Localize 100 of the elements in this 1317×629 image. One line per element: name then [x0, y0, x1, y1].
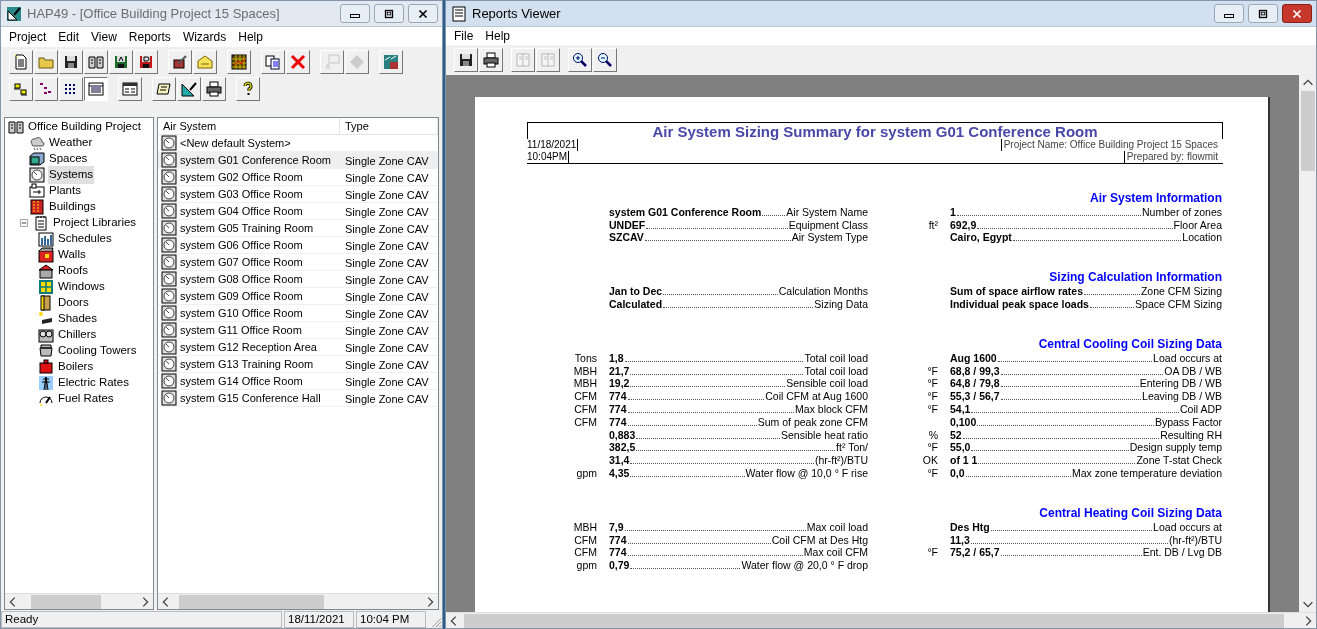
tree-item[interactable]: Cooling Towers — [57, 342, 138, 360]
close-button[interactable] — [408, 4, 438, 23]
fan-icon — [161, 169, 177, 185]
list-row[interactable]: system G02 Office Room Single Zone CAV — [158, 169, 438, 186]
table-cell: Single Zone CAV — [345, 359, 429, 371]
field-label: Sum of peak zone CFM — [757, 415, 868, 428]
table-cell: Single Zone CAV — [345, 206, 429, 218]
page-icon — [13, 54, 29, 70]
field-value: 4,35 — [609, 466, 630, 479]
envelope-icon — [197, 54, 213, 70]
unit-label: °F — [927, 466, 938, 479]
close-button[interactable] — [1282, 4, 1312, 23]
list-row[interactable]: system G03 Office Room Single Zone CAV — [158, 186, 438, 203]
table-cell: Single Zone CAV — [345, 189, 429, 201]
column-header[interactable]: Air System — [158, 118, 340, 135]
tree-item[interactable]: Schedules — [57, 230, 113, 248]
table-cell: Single Zone CAV — [345, 393, 429, 405]
menu-item[interactable]: Wizards — [176, 28, 233, 46]
list-row[interactable]: system G09 Office Room Single Zone CAV — [158, 288, 438, 305]
status-message: Ready — [1, 611, 282, 628]
report-date: 11/18/2021 — [527, 139, 579, 151]
restore-button[interactable] — [374, 4, 404, 23]
horizontal-scrollbar[interactable] — [158, 593, 438, 609]
list-row[interactable]: system G12 Reception Area Single Zone CAV — [158, 339, 438, 356]
restore-button[interactable] — [1248, 4, 1278, 23]
field-label: Resulting RH — [1160, 428, 1222, 441]
horizontal-scrollbar[interactable] — [5, 593, 153, 609]
fan-icon — [161, 322, 177, 338]
folder-icon — [38, 54, 54, 70]
table-cell-text: system G07 Office Room — [180, 254, 303, 270]
field-value: 55,3 / 56,7 — [950, 390, 1000, 403]
scrollbar-thumb[interactable] — [31, 594, 101, 609]
unit-label: Tons — [574, 351, 597, 364]
tree-item[interactable]: Chillers — [57, 326, 98, 344]
list-row[interactable]: system G08 Office Room Single Zone CAV — [158, 271, 438, 288]
menu-item[interactable]: Help — [232, 28, 269, 46]
window-title: HAP49 - [Office Building Project 15 Spaces] — [27, 4, 280, 23]
boiler-icon — [38, 359, 54, 375]
menu-item[interactable]: Edit — [52, 28, 86, 46]
unit-label: MBH — [573, 364, 597, 377]
field-value: 7,9 — [609, 520, 624, 533]
menu-item[interactable]: Reports — [122, 28, 177, 46]
minimize-button[interactable] — [1214, 4, 1244, 23]
list-row[interactable]: system G15 Conference Hall Single Zone CAV — [158, 390, 438, 407]
column-header[interactable]: Type — [340, 118, 438, 135]
field-label: Entering DB / WB — [1139, 377, 1222, 390]
tree-item[interactable]: Doors — [57, 294, 90, 312]
book-icon — [88, 54, 104, 70]
list-row[interactable]: <New default System> — [158, 135, 438, 152]
tree-item[interactable]: Project Libraries — [52, 214, 138, 232]
tree-item[interactable]: Electric Rates — [57, 374, 130, 392]
tree-item[interactable]: Buildings — [48, 198, 97, 216]
field-label: Load occurs at — [1153, 351, 1222, 364]
list-row[interactable]: system G10 Office Room Single Zone CAV — [158, 305, 438, 322]
list-row[interactable]: system G05 Training Room Single Zone CAV — [158, 220, 438, 237]
list-row[interactable]: system G13 Training Room Single Zone CAV — [158, 356, 438, 373]
tree-item[interactable]: Walls — [57, 246, 87, 264]
tree-item[interactable]: Systems — [48, 166, 95, 184]
menu-item[interactable]: View — [85, 28, 123, 46]
list-row[interactable]: system G01 Conference Room Single Zone CAV — [158, 152, 438, 169]
menu-item[interactable]: Project — [3, 28, 53, 46]
menu-item[interactable]: Help — [479, 27, 517, 45]
field-value: 774 — [609, 415, 627, 428]
roof-icon — [38, 263, 54, 279]
book-icon — [8, 119, 24, 135]
list-row[interactable]: system G06 Office Room Single Zone CAV — [158, 237, 438, 254]
scrollbar-thumb[interactable] — [179, 594, 324, 609]
tree-item[interactable]: Weather — [48, 134, 94, 152]
report-time: 10:04PM — [527, 151, 570, 163]
list-row[interactable]: system G14 Office Room Single Zone CAV — [158, 373, 438, 390]
tree-item[interactable]: Spaces — [48, 150, 89, 168]
tree-item[interactable]: Roofs — [57, 262, 90, 280]
scrollbar-thumb[interactable] — [1300, 91, 1315, 171]
tree-item[interactable]: Fuel Rates — [57, 390, 115, 408]
unit-label: MBH — [573, 377, 597, 390]
report-title: Air System Sizing Summary for system G01 Conference Room — [652, 123, 1098, 139]
small-icons-icon — [38, 81, 54, 97]
field-value: 0,79 — [609, 559, 630, 572]
list-row[interactable]: system G11 Office Room Single Zone CAV — [158, 322, 438, 339]
unit-label: gpm — [576, 559, 597, 572]
leader-line — [762, 214, 786, 216]
collapse-icon[interactable] — [18, 217, 30, 229]
tree-item[interactable]: Plants — [48, 182, 82, 200]
field-value: Cairo, Egypt — [950, 231, 1012, 244]
printer-icon — [206, 81, 222, 97]
list-row[interactable]: system G07 Office Room Single Zone CAV — [158, 254, 438, 271]
tree-item[interactable]: Windows — [57, 278, 106, 296]
minimize-button[interactable] — [340, 4, 370, 23]
tree-item[interactable]: Office Building Project — [27, 118, 142, 136]
tree-item[interactable]: Shades — [57, 310, 98, 328]
zoom-in-icon — [572, 52, 588, 68]
tree-item[interactable]: Boilers — [57, 358, 95, 376]
list-row[interactable]: system G04 Office Room Single Zone CAV — [158, 203, 438, 220]
field-label: Load occurs at — [1153, 520, 1222, 533]
status-date: 18/11/2021 — [284, 611, 354, 628]
section-heading: Sizing Calculation Information — [1049, 270, 1222, 285]
field-value: Aug 1600 — [950, 351, 997, 364]
unit-label: CFM — [574, 415, 597, 428]
table-cell-text: system G15 Conference Hall — [180, 390, 321, 406]
menu-item[interactable]: File — [448, 27, 480, 45]
